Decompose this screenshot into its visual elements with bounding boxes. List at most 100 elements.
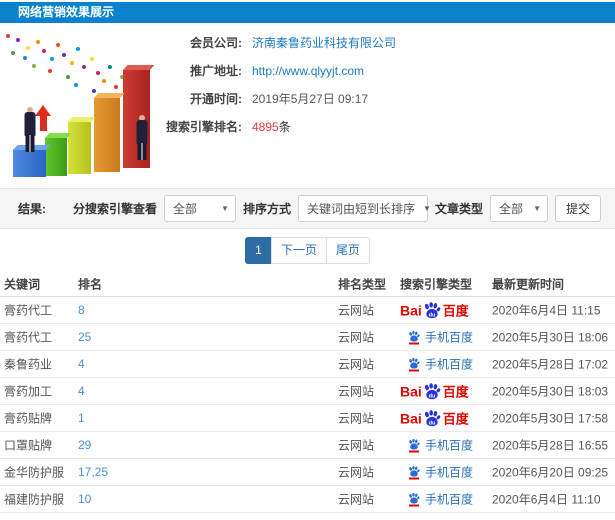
chevron-down-icon: ▼ bbox=[422, 204, 431, 213]
growth-chart-clipart bbox=[2, 30, 174, 182]
table-row: 秦鲁药业 4 云网站 手机百度 2020年5月28日 17:02 bbox=[0, 351, 615, 378]
baidu-paw-icon: du bbox=[424, 409, 441, 426]
mobile-baidu-logo: 手机百度 bbox=[400, 437, 473, 454]
update-time-cell: 2020年5月28日 16:55 bbox=[492, 438, 609, 453]
baidu-paw-icon bbox=[409, 465, 420, 477]
sort-select[interactable]: 关键词由短到长排序 ▼ bbox=[297, 195, 431, 222]
baidu-paw-icon bbox=[409, 438, 420, 450]
column-header: 排名 bbox=[78, 277, 103, 292]
table-row: 福建防护服 10 云网站 手机百度 2020年6月4日 11:10 bbox=[0, 486, 615, 513]
update-time-cell: 2020年5月28日 17:02 bbox=[492, 357, 609, 372]
mobile-baidu-paw bbox=[408, 492, 420, 506]
baidu-logo: Bai du 百度 bbox=[400, 409, 469, 428]
rank-type-cell: 云网站 bbox=[338, 492, 375, 507]
rank-link[interactable]: 4 bbox=[78, 384, 85, 398]
table-row: 手机百度 bbox=[0, 513, 615, 520]
svg-text:du: du bbox=[428, 312, 435, 318]
rank-link[interactable]: 29 bbox=[78, 438, 91, 452]
baidu-paw-icon: du bbox=[424, 382, 441, 399]
baidu-logo-bai: Bai bbox=[400, 302, 422, 318]
column-header: 最新更新时间 bbox=[492, 277, 565, 292]
filter-bar: 结果: 分搜索引擎查看 全部 ▼ 排序方式 关键词由短到长排序 ▼ 文章类型 全… bbox=[0, 188, 615, 229]
keyword-cell: 膏药代工 bbox=[4, 303, 53, 318]
article-type-select[interactable]: 全部 ▼ bbox=[489, 195, 548, 222]
last-page-button[interactable]: 尾页 bbox=[326, 237, 371, 264]
mobile-baidu-paw bbox=[408, 330, 420, 344]
title-bar: 网络营销效果展示 bbox=[0, 2, 615, 23]
businessman-left bbox=[23, 107, 36, 152]
rank-type-cell: 云网站 bbox=[338, 330, 375, 345]
results-table: 关键词 排名 排名类型 搜索引擎类型 最新更新时间 膏药代工 8 云网站 Bai du 百度 202… bbox=[0, 272, 615, 520]
engine-view-label: 分搜索引擎查看 bbox=[72, 202, 157, 216]
info-value[interactable]: 济南秦鲁药业科技有限公司 bbox=[252, 36, 396, 51]
rank-link[interactable]: 8 bbox=[78, 303, 85, 317]
mobile-baidu-label: 手机百度 bbox=[425, 330, 474, 345]
keyword-cell: 金华防护服 bbox=[4, 465, 65, 480]
rank-type-cell: 云网站 bbox=[338, 411, 375, 426]
clipart-bar-orange bbox=[94, 98, 120, 172]
table-row: 膏药代工 8 云网站 Bai du 百度 2020年6月4日 11:15 bbox=[0, 297, 615, 324]
mobile-baidu-label: 手机百度 bbox=[425, 465, 474, 480]
sort-label: 排序方式 bbox=[242, 202, 291, 216]
table-row: 膏药代工 25 云网站 手机百度 2020年5月30日 18:06 bbox=[0, 324, 615, 351]
rank-link[interactable]: 25 bbox=[78, 330, 91, 344]
info-label: 开通时间: bbox=[190, 92, 242, 106]
table-row: 膏药贴牌 1 云网站 Bai du 百度 2020年5月30日 17:58 bbox=[0, 405, 615, 432]
next-page-button[interactable]: 下一页 bbox=[270, 237, 327, 264]
rank-type-cell: 云网站 bbox=[338, 438, 375, 453]
baidu-paw-icon bbox=[409, 492, 420, 504]
mobile-baidu-logo: 手机百度 bbox=[400, 464, 473, 481]
update-time-cell: 2020年6月20日 09:25 bbox=[492, 465, 609, 480]
info-label: 推广地址: bbox=[190, 64, 242, 78]
update-time-cell: 2020年5月30日 18:03 bbox=[492, 384, 609, 399]
article-type-label: 文章类型 bbox=[434, 202, 483, 216]
baidu-paw-icon bbox=[409, 357, 420, 369]
keyword-cell: 膏药加工 bbox=[4, 384, 53, 399]
rank-link[interactable]: 17,25 bbox=[78, 465, 108, 479]
rank-type-cell: 云网站 bbox=[338, 465, 375, 480]
submit-button[interactable]: 提交 bbox=[554, 195, 601, 222]
column-header: 搜索引擎类型 bbox=[400, 277, 473, 292]
update-time-cell: 2020年5月30日 18:06 bbox=[492, 330, 609, 345]
company-info: 会员公司: 济南秦鲁药业科技有限公司 推广地址: http://www.qlyyjt.… bbox=[158, 36, 608, 148]
baidu-logo: Bai du 百度 bbox=[400, 382, 469, 401]
baidu-logo: Bai du 百度 bbox=[400, 301, 469, 320]
info-label: 搜索引擎排名: bbox=[166, 120, 242, 134]
keyword-cell: 秦鲁药业 bbox=[4, 357, 53, 372]
engine-view-select[interactable]: 全部 ▼ bbox=[163, 195, 236, 222]
page-1-button[interactable]: 1 bbox=[244, 237, 272, 264]
info-value[interactable]: http://www.qlyyjt.com bbox=[252, 64, 364, 79]
baidu-logo-cn: 百度 bbox=[442, 411, 469, 427]
mobile-baidu-label: 手机百度 bbox=[425, 492, 474, 507]
table-header-row: 关键词 排名 排名类型 搜索引擎类型 最新更新时间 bbox=[0, 272, 615, 297]
update-time-cell: 2020年6月4日 11:15 bbox=[492, 303, 601, 318]
mobile-baidu-logo: 手机百度 bbox=[400, 491, 473, 508]
info-row: 搜索引擎排名: 4895条 bbox=[158, 120, 608, 135]
rank-link[interactable]: 10 bbox=[78, 492, 91, 506]
mobile-baidu-logo: 手机百度 bbox=[400, 329, 473, 346]
page: 网络营销效果展示 会员公司: 济南秦鲁药业科技有限公司 推广地址: http://ww… bbox=[0, 0, 615, 520]
rank-type-cell: 云网站 bbox=[338, 303, 375, 318]
mobile-baidu-paw bbox=[408, 465, 420, 479]
rank-link[interactable]: 1 bbox=[78, 411, 85, 425]
table-row: 膏药加工 4 云网站 Bai du 百度 2020年5月30日 18:03 bbox=[0, 378, 615, 405]
mobile-baidu-paw bbox=[408, 438, 420, 452]
up-arrow-icon bbox=[35, 105, 51, 131]
mobile-baidu-label: 手机百度 bbox=[425, 438, 474, 453]
rank-link[interactable]: 4 bbox=[78, 357, 85, 371]
table-body: 膏药代工 8 云网站 Bai du 百度 2020年6月4日 11:15 膏药代工 25 云网站手… bbox=[0, 297, 615, 520]
chevron-down-icon: ▼ bbox=[221, 204, 229, 213]
info-row: 开通时间: 2019年5月27日 09:17 bbox=[158, 92, 608, 107]
table-row: 口罩贴牌 29 云网站 手机百度 2020年5月28日 16:55 bbox=[0, 432, 615, 459]
baidu-paw-icon: du bbox=[424, 301, 441, 318]
mobile-baidu-logo: 手机百度 bbox=[400, 356, 473, 373]
baidu-logo-bai: Bai bbox=[400, 383, 422, 399]
keyword-cell: 膏药贴牌 bbox=[4, 411, 53, 426]
businessman-right bbox=[135, 115, 149, 162]
svg-text:du: du bbox=[428, 420, 435, 426]
update-time-cell: 2020年6月4日 11:10 bbox=[492, 492, 601, 507]
info-value: 4895条 bbox=[252, 120, 291, 135]
info-value: 2019年5月27日 09:17 bbox=[252, 92, 369, 106]
info-row: 推广地址: http://www.qlyyjt.com bbox=[158, 64, 608, 79]
ranking-count: 4895 bbox=[252, 120, 279, 134]
